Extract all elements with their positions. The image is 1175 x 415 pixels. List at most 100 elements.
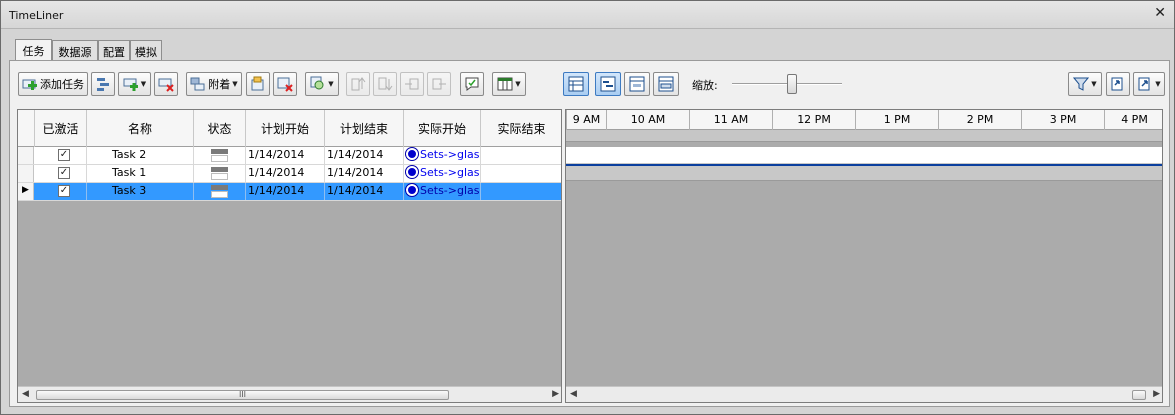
row-header-corner [18,110,35,147]
gantt-horizontal-scrollbar[interactable]: ◀ ▶ [566,386,1162,402]
actual-end-cell[interactable] [481,147,561,164]
tab-tasks[interactable]: 任务 [15,39,52,61]
filter-icon [1073,76,1090,92]
indent-icon [404,76,420,92]
move-up-button[interactable] [346,72,370,96]
zoom-slider-thumb[interactable] [787,74,797,94]
gantt-row-selected[interactable] [566,166,1162,181]
add-comment-button[interactable] [460,72,484,96]
show-planned-button[interactable] [653,72,679,96]
time-tick-label: 9 AM [566,110,606,130]
dropdown-arrow-icon: ▼ [1091,80,1097,88]
time-tick-label: 3 PM [1021,110,1104,130]
task-name-cell[interactable]: Task 1 [87,165,194,182]
row-header[interactable] [18,165,34,182]
column-header-planned-end[interactable]: 计划结束 [325,110,404,147]
time-tick-label: 12 PM [772,110,855,130]
scroll-left-icon[interactable]: ◀ [22,389,29,399]
planned-end-cell[interactable]: 1/14/2014 [325,165,404,182]
tab-data-sources[interactable]: 数据源 [52,40,98,60]
gantt-scroll-thumb[interactable] [1132,390,1146,400]
table-row[interactable]: ✓ Task 2 1/14/2014 1/14/2014 Sets->glass [18,147,561,165]
zoom-slider[interactable] [732,73,842,95]
delete-task-button[interactable] [154,72,178,96]
show-planned-icon [658,76,674,92]
actual-start-cell[interactable]: Sets->glass [404,183,481,200]
show-grid-gantt-button[interactable] [624,72,650,96]
tab-configure[interactable]: 配置 [98,40,130,60]
column-header-actual-end[interactable]: 实际结束 [481,110,561,147]
show-grid-button[interactable] [563,72,589,96]
close-icon[interactable]: ✕ [1154,5,1166,21]
row-header[interactable]: ▶ [18,183,34,200]
active-cell[interactable]: ✓ [35,165,87,182]
planned-start-cell[interactable]: 1/14/2014 [246,147,325,164]
planned-end-cell[interactable]: 1/14/2014 [325,183,404,200]
auto-add-tasks-button[interactable] [91,72,115,96]
column-header-status[interactable]: 状态 [194,110,246,147]
attached-set-link[interactable]: Sets->glass [420,166,480,179]
status-cell[interactable] [194,165,246,182]
tab-simulate[interactable]: 模拟 [130,40,162,60]
dropdown-arrow-icon: ▼ [1155,80,1161,88]
auto-attach-button[interactable] [246,72,270,96]
active-checkbox[interactable]: ✓ [58,185,70,197]
table-row[interactable]: ▶ ✓ Task 3 1/14/2014 1/14/2014 Sets->glass [18,183,561,201]
outdent-button[interactable] [427,72,451,96]
planned-start-cell[interactable]: 1/14/2014 [246,165,325,182]
column-header-actual-start[interactable]: 实际开始 [404,110,481,147]
task-name-cell[interactable]: Task 3 [87,183,194,200]
add-task-button[interactable]: 添加任务 [18,72,88,96]
actual-end-cell[interactable] [481,165,561,182]
move-down-button[interactable] [373,72,397,96]
planned-start-cell[interactable]: 1/14/2014 [246,183,325,200]
tasks-panel: 添加任务 ▼ 附着 ▼ ▼ ▼ 缩放: ▼ ▼ 已激活 名称 状态 计划开始 计… [9,60,1170,407]
import-button[interactable] [1106,72,1130,96]
attached-set-link[interactable]: Sets->glass [420,148,480,161]
columns-button[interactable]: ▼ [492,72,526,96]
indent-button[interactable] [400,72,424,96]
insert-task-button[interactable]: ▼ [118,72,151,96]
gantt-row[interactable] [566,147,1162,164]
active-cell[interactable]: ✓ [35,183,87,200]
column-header-active[interactable]: 已激活 [35,110,87,147]
current-row-arrow-icon: ▶ [22,185,29,195]
column-header-name[interactable]: 名称 [87,110,194,147]
window-title: TimeLiner [9,9,64,22]
dropdown-arrow-icon: ▼ [140,80,147,88]
dropdown-arrow-icon: ▼ [515,80,521,88]
actual-start-cell[interactable]: Sets->glass [404,147,481,164]
actual-end-cell[interactable] [481,183,561,200]
import-icon [1110,76,1126,92]
add-task-label: 添加任务 [40,78,84,91]
table-row[interactable]: ✓ Task 1 1/14/2014 1/14/2014 Sets->glass [18,165,561,183]
scroll-right-icon[interactable]: ▶ [1153,389,1160,399]
scroll-left-icon[interactable]: ◀ [570,389,577,399]
export-button[interactable]: ▼ [1133,72,1165,96]
filter-button[interactable]: ▼ [1068,72,1102,96]
zoom-label: 缩放: [692,79,718,92]
dropdown-arrow-icon: ▼ [328,80,334,88]
active-cell[interactable]: ✓ [35,147,87,164]
attached-set-icon [405,165,419,179]
status-cell[interactable] [194,183,246,200]
active-checkbox[interactable]: ✓ [58,167,70,179]
planned-end-cell[interactable]: 1/14/2014 [325,147,404,164]
scroll-right-icon[interactable]: ▶ [552,389,559,399]
active-checkbox[interactable]: ✓ [58,149,70,161]
auto-attach-icon [250,76,266,92]
column-header-planned-start[interactable]: 计划开始 [246,110,325,147]
show-gantt-button[interactable] [595,72,621,96]
attach-icon [190,76,206,92]
status-cell[interactable] [194,147,246,164]
row-header[interactable] [18,147,34,164]
clear-attach-button[interactable] [273,72,297,96]
attach-button[interactable]: 附着 ▼ [186,72,242,96]
actual-start-cell[interactable]: Sets->glass [404,165,481,182]
task-name-cell[interactable]: Task 2 [87,147,194,164]
attached-set-link[interactable]: Sets->glass [420,184,480,197]
task-grid-scroll-thumb[interactable]: III [36,390,449,400]
find-items-button[interactable]: ▼ [305,72,339,96]
task-grid-horizontal-scrollbar[interactable]: ◀ III ▶ [18,386,561,402]
task-name: Task 3 [112,184,147,197]
